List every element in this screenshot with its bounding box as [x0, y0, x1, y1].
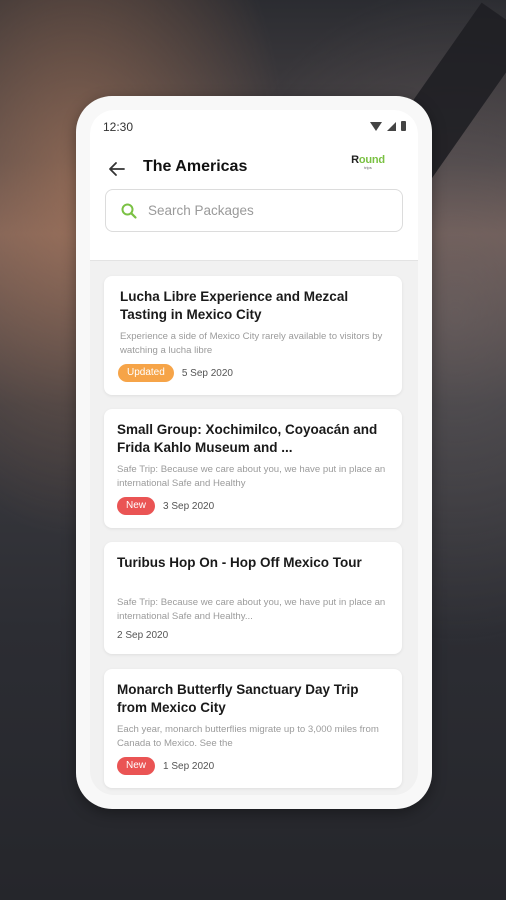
package-date: 5 Sep 2020	[181, 367, 233, 379]
round-trips-logo: Round trips	[346, 154, 390, 176]
package-meta: 2 Sep 2020	[117, 630, 168, 641]
package-description: Safe Trip: Because we care about you, we…	[117, 597, 386, 622]
status-badge: Updated	[118, 364, 174, 382]
package-list: Lucha Libre Experience and Mezcal Tastin…	[90, 276, 418, 795]
logo-letter-r: R	[351, 154, 359, 166]
top-area: 12:30 The Americas Round trips	[90, 110, 418, 261]
package-description: Each year, monarch butterflies migrate u…	[117, 724, 379, 749]
package-date: 3 Sep 2020	[163, 500, 215, 512]
package-title: Monarch Butterfly Sanctuary Day Trip fro…	[117, 682, 359, 715]
status-bar: 12:30	[90, 118, 418, 136]
package-meta: New 3 Sep 2020	[117, 497, 214, 515]
package-title: Lucha Libre Experience and Mezcal Tastin…	[120, 289, 349, 322]
logo-letters-rest: ound	[358, 154, 385, 166]
package-meta: New 1 Sep 2020	[117, 757, 214, 775]
status-icons	[370, 121, 406, 131]
battery-icon	[401, 121, 406, 131]
back-button[interactable]	[104, 156, 130, 182]
package-meta: Updated 5 Sep 2020	[118, 364, 233, 382]
arrow-left-icon	[109, 162, 125, 176]
status-time: 12:30	[103, 120, 134, 134]
package-card[interactable]: Turibus Hop On - Hop Off Mexico Tour Saf…	[104, 542, 402, 654]
package-card[interactable]: Monarch Butterfly Sanctuary Day Trip fro…	[104, 669, 402, 788]
package-description: Experience a side of Mexico City rarely …	[120, 331, 383, 356]
search-box[interactable]	[105, 189, 403, 232]
package-description: Safe Trip: Because we care about you, we…	[117, 464, 386, 489]
package-card[interactable]: Lucha Libre Experience and Mezcal Tastin…	[104, 276, 402, 395]
signal-icon	[387, 121, 396, 131]
package-title: Turibus Hop On - Hop Off Mexico Tour	[117, 555, 362, 570]
package-date: 2 Sep 2020	[117, 630, 169, 641]
status-badge: New	[117, 497, 156, 515]
package-title: Small Group: Xochimilco, Coyoacán and Fr…	[117, 422, 378, 455]
phone-frame: 12:30 The Americas Round trips Search Pa…	[76, 96, 432, 809]
package-card[interactable]: Small Group: Xochimilco, Coyoacán and Fr…	[104, 409, 402, 528]
wifi-icon	[370, 121, 382, 131]
header: The Americas Round trips	[90, 154, 418, 184]
page-title: The Americas	[143, 158, 248, 175]
package-date: 1 Sep 2020	[163, 760, 215, 772]
search-input[interactable]	[146, 202, 402, 219]
search-icon	[121, 203, 137, 219]
app-screen: 12:30 The Americas Round trips Search Pa…	[90, 110, 418, 795]
status-badge: New	[117, 757, 156, 775]
